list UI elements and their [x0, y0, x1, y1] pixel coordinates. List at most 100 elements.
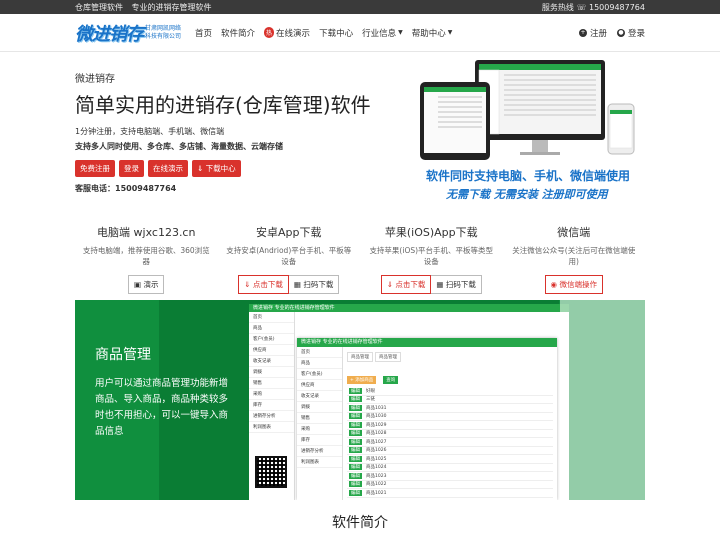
demo-button[interactable]: ▣ 演示	[128, 275, 165, 294]
app-screenshot-front: 微进销存 专业的在线进销存管理软件 首页 商品 客户(会员) 供应商 收支记录 …	[297, 338, 557, 500]
app-sidebar: 首页 商品 客户(会员) 供应商 收支记录 调拨 销售 采购 库存 进销存分析 …	[297, 347, 343, 500]
hotline: 服务热线 ☏ 15009487764	[542, 2, 645, 13]
feature-pc: 电脑端 wjxc123.cn 支持电脑端，推荐使用谷歌、360浏览器 ▣ 演示	[75, 224, 218, 300]
table-row: 编辑 商品1031	[347, 404, 553, 413]
free-register-button[interactable]: 免费注册	[75, 160, 115, 177]
sidebar-item: 首页	[249, 312, 294, 323]
android-qr-label: 扫码下载	[303, 280, 334, 289]
hero-slogan-sub: 无需下载 无需安装 注册即可使用	[446, 188, 608, 201]
nav-item-industry[interactable]: 行业信息 ▼	[362, 27, 403, 39]
table-row: 编辑 商品1029	[347, 421, 553, 430]
sidebar-item: 销售	[297, 413, 342, 424]
cell: 商品1029	[366, 422, 387, 428]
sidebar-item: 进销存分析	[249, 411, 294, 422]
register-label: 注册	[589, 28, 607, 39]
showcase-text: 商品管理 用户可以通过商品管理功能新增商品、导入商品，商品种类较多时也不用担心，…	[95, 344, 235, 440]
table-row: 编辑 商品1021	[347, 489, 553, 498]
download-center-label: 下载中心	[205, 164, 236, 173]
edit-button: 编辑	[349, 413, 362, 420]
cell: 商品1027	[366, 439, 387, 445]
download-features: 电脑端 wjxc123.cn 支持电脑端，推荐使用谷歌、360浏览器 ▣ 演示 …	[0, 208, 720, 300]
table-row: 编辑 商品1022	[347, 481, 553, 489]
showcase-title: 商品管理	[95, 347, 151, 363]
chevron-down-icon: ▼	[447, 29, 453, 36]
cell: 商品1026	[366, 448, 387, 454]
nav-item-home[interactable]: 首页	[195, 27, 212, 39]
feature-desc: 关注微信公众号(关注后可在微信端使用)	[512, 246, 636, 266]
auth-links: + 注册 ● 登录	[569, 27, 645, 39]
android-qr-button[interactable]: ▦ 扫码下载	[288, 275, 340, 294]
top-bar-left: 仓库管理软件 专业的进销存管理软件	[75, 2, 218, 13]
section-title: 软件简介	[332, 515, 388, 531]
sidebar-item: 客户(会员)	[249, 334, 294, 345]
carousel-fade	[560, 300, 645, 500]
plus-circle-icon: +	[578, 28, 587, 37]
nav-item-intro[interactable]: 软件简介	[221, 27, 255, 39]
top-bar: 仓库管理软件 专业的进销存管理软件 服务热线 ☏ 15009487764	[0, 0, 720, 14]
feature-title: 安卓App下载	[256, 226, 322, 239]
sidebar-item: 采购	[297, 424, 342, 435]
register-link[interactable]: + 注册	[578, 27, 607, 39]
table-row: 编辑 好眼	[347, 387, 553, 396]
edit-button: 编辑	[349, 396, 362, 403]
ios-qr-button[interactable]: ▦ 扫码下载	[431, 275, 482, 294]
wechat-button-label: 微信端操作	[559, 280, 597, 289]
login-button[interactable]: 登录	[119, 160, 144, 177]
wechat-button[interactable]: ◉ 微信端操作	[544, 275, 603, 294]
sidebar-item: 供应商	[297, 380, 342, 391]
nav-menu: 首页 软件简介 热在线演示 下载中心 行业信息 ▼ 帮助中心 ▼	[195, 27, 461, 39]
sidebar-item: 供应商	[249, 345, 294, 356]
nav-item-help[interactable]: 帮助中心 ▼	[412, 27, 453, 39]
sidebar-item: 销售	[249, 378, 294, 389]
demo-button-label: 演示	[143, 280, 159, 289]
nav-item-help-label: 帮助中心	[411, 28, 446, 39]
android-download-button[interactable]: ⇓ 点击下载	[238, 275, 289, 294]
table-row: 编辑 商品1030	[347, 413, 553, 421]
nav-item-demo[interactable]: 热在线演示	[264, 27, 310, 39]
ios-download-label: 点击下载	[395, 280, 426, 289]
sidebar-item: 调拨	[297, 402, 342, 413]
phone-icon: ☏	[576, 2, 587, 12]
cell: 商品1024	[366, 465, 387, 471]
sidebar-item: 收支记录	[249, 356, 294, 367]
logo[interactable]: 微进销存 甘肃网凯网络科技有限公司	[75, 20, 185, 46]
edit-button: 编辑	[349, 387, 362, 394]
qrcode-icon: ▦	[293, 280, 304, 289]
sidebar-item: 进销存分析	[297, 446, 342, 457]
download-icon: ⇓	[386, 280, 396, 289]
download-center-button[interactable]: ⇓ 下载中心	[192, 160, 241, 177]
sidebar-item: 首页	[297, 347, 342, 358]
hotline-label: 服务热线	[541, 2, 574, 12]
sidebar-item: 库存	[249, 400, 294, 411]
app-bar: 微进销存 专业的在线进销存管理软件	[297, 338, 557, 347]
table-row: 编辑 商品1026	[347, 447, 553, 455]
sidebar-item: 利润图表	[249, 422, 294, 433]
top-bar-text: 专业的进销存管理软件	[131, 2, 212, 12]
app-sidebar: 首页 商品 客户(会员) 供应商 收支记录 调拨 销售 采购 库存 进销存分析 …	[249, 312, 295, 500]
table-row: 编辑 商品1025	[347, 455, 553, 464]
nav-item-industry-label: 行业信息	[362, 28, 397, 39]
edit-button: 编辑	[349, 430, 362, 437]
edit-button: 编辑	[349, 472, 362, 479]
android-download-label: 点击下载	[252, 280, 283, 289]
ios-download-button[interactable]: ⇓ 点击下载	[380, 275, 432, 294]
wechat-icon: ◉	[550, 280, 560, 289]
top-bar-text: 仓库管理软件	[75, 2, 123, 12]
online-demo-button[interactable]: 在线演示	[148, 160, 188, 177]
edit-button: 编辑	[349, 421, 362, 428]
main-nav: 微进销存 甘肃网凯网络科技有限公司 首页 软件简介 热在线演示 下载中心 行业信…	[0, 14, 720, 52]
login-link[interactable]: ● 登录	[616, 27, 645, 39]
sidebar-item: 采购	[249, 389, 294, 400]
cell: 好眼	[366, 388, 375, 394]
monitor-icon: ▣	[134, 280, 144, 289]
cell: 商品1028	[366, 431, 387, 437]
nav-item-download[interactable]: 下载中心	[319, 27, 353, 39]
edit-button: 编辑	[349, 481, 362, 488]
cell: 商品1022	[366, 482, 387, 488]
chevron-down-icon: ▼	[398, 29, 403, 36]
sidebar-item: 商品	[249, 323, 294, 334]
feature-desc: 支持安卓(Andriod)平台手机、平板等设备	[226, 246, 352, 266]
table-row: 编辑 商品1023	[347, 472, 553, 481]
logo-company: 甘肃网凯网络科技有限公司	[145, 24, 182, 40]
search-button: 查询	[383, 376, 399, 384]
